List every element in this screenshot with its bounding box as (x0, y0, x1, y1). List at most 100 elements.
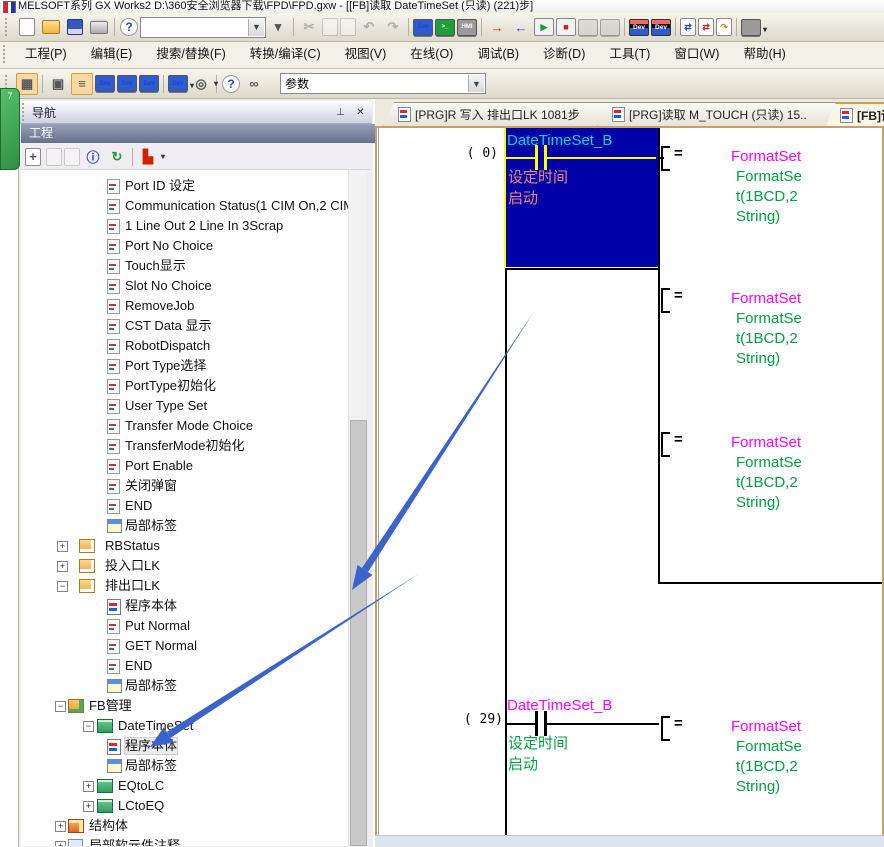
device-display-icon[interactable]: Dev (629, 19, 649, 36)
menu-10[interactable]: 窗口(W) (662, 42, 731, 67)
tree-item-label[interactable]: Touch显示 (125, 258, 186, 274)
tree-item-程序本体[interactable]: 程序本体 (21, 736, 348, 756)
read-from-plc-icon[interactable]: ← (510, 16, 532, 38)
help-icon[interactable]: ? (222, 75, 240, 93)
tree-item-label[interactable]: EQtoLC (118, 778, 164, 794)
close-icon[interactable]: ✕ (352, 104, 369, 121)
monitor-pause-icon[interactable] (578, 19, 598, 36)
tree-item-Port ID 设定[interactable]: Port ID 设定 (21, 176, 348, 196)
device-display-mode-icon[interactable]: Dev (168, 75, 188, 92)
tree-item-label[interactable]: 1 Line Out 2 Line In 3Scrap (125, 218, 283, 234)
expand-icon[interactable]: + (57, 561, 68, 572)
tree-item-局部标签[interactable]: 局部标签 (21, 516, 348, 536)
collapse-icon[interactable]: − (57, 581, 68, 592)
chevron-down-icon[interactable]: ▼ (468, 75, 484, 92)
tree-item-label[interactable]: 投入口LK (105, 558, 160, 574)
tree-item-END[interactable]: END (21, 656, 348, 676)
tree-item-label[interactable]: User Type Set (125, 398, 207, 414)
statement-display-icon[interactable]: ⇄ (698, 18, 714, 36)
toolbar-combo[interactable]: ▼ (140, 17, 266, 38)
menu-11[interactable]: 帮助(H) (731, 42, 797, 67)
tree-item-label[interactable]: LCtoEQ (118, 798, 164, 814)
tree-item-END[interactable]: END (21, 496, 348, 516)
menu-7[interactable]: 调试(B) (465, 42, 531, 67)
hmi-monitor-icon[interactable]: HMI (457, 19, 477, 36)
tree-scrollbar[interactable] (348, 170, 366, 846)
tree-item-label[interactable]: 结构体 (89, 818, 128, 834)
tree-item-Transfer Mode Choice[interactable]: Transfer Mode Choice (21, 416, 348, 436)
tree-item-LCtoEQ[interactable]: +LCtoEQ (21, 796, 348, 816)
editor-hscroll-area[interactable] (375, 835, 884, 847)
open-project-icon[interactable] (42, 20, 60, 34)
tab-1[interactable]: [PRG]R 写入 排出口LK 1081步 (383, 102, 612, 127)
write-to-plc-icon[interactable]: → (486, 16, 508, 38)
panel-grip[interactable] (22, 103, 27, 121)
tree-item-label[interactable]: Communication Status(1 CIM On,2 CIM Off (125, 198, 348, 214)
tree-item-DateTimeSet[interactable]: − DateTimeSet (21, 716, 348, 736)
refresh-icon[interactable]: ↻ (106, 146, 128, 168)
list-display-icon[interactable]: ≡ (71, 73, 93, 95)
undo-icon[interactable]: ↶ (358, 16, 380, 38)
sort-tool-icon[interactable]: ▙ (137, 146, 159, 168)
menu-9[interactable]: 工具(T) (597, 42, 662, 67)
tree-item-label[interactable]: Put Normal (125, 618, 190, 634)
tree-item-label[interactable]: END (125, 498, 152, 514)
tree-item-label[interactable]: END (125, 658, 152, 674)
tree-item-label[interactable]: 关闭弹窗 (125, 478, 177, 494)
help-icon[interactable]: ? (120, 18, 138, 36)
tree-item-FB管理[interactable]: −FB管理 (21, 696, 348, 716)
tree-item-label[interactable]: Port Enable (125, 458, 193, 474)
data-info-icon[interactable]: ⓘ (82, 146, 104, 168)
device-comment-icon[interactable]: Dev (95, 75, 115, 92)
find-icon[interactable]: ∞ (243, 73, 265, 95)
tree-item-Touch显示[interactable]: Touch显示 (21, 256, 348, 276)
tree-item-RemoveJob[interactable]: RemoveJob (21, 296, 348, 316)
tab-2[interactable]: [PRG]读取 M_TOUCH (只读) 15.. (597, 102, 840, 127)
tree-item-label[interactable]: RBStatus (105, 538, 160, 554)
monitor-stop-icon[interactable]: ■ (556, 18, 576, 36)
copy-data-icon[interactable] (46, 148, 62, 166)
tree-item-局部标签[interactable]: 局部标签 (21, 756, 348, 776)
tree-item-label[interactable]: RemoveJob (125, 298, 194, 314)
chevron-down-icon[interactable]: ▼ (248, 19, 264, 36)
redo-icon[interactable]: ↷ (382, 16, 404, 38)
tree-item-结构体[interactable]: +结构体 (21, 816, 348, 836)
cut-icon[interactable]: ✂ (298, 16, 320, 38)
tree-item-label[interactable]: Port ID 设定 (125, 178, 195, 194)
tree-item-Port Type选择[interactable]: Port Type选择 (21, 356, 348, 376)
tree-item-label[interactable]: PortType初始化 (125, 378, 216, 394)
tree-item-label[interactable]: 局部标签 (125, 678, 177, 694)
menu-5[interactable]: 视图(V) (333, 42, 399, 67)
tree-item-Communication Status(1 CIM On,2 CIM Off[interactable]: Communication Status(1 CIM On,2 CIM Off (21, 196, 348, 216)
tree-item-局部标签[interactable]: 局部标签 (21, 676, 348, 696)
pin-icon[interactable]: ⊥ (332, 104, 349, 121)
collapse-icon[interactable]: − (83, 721, 94, 732)
tree-item-label[interactable]: 排出口LK (105, 578, 160, 594)
menubar-grip[interactable] (3, 45, 8, 63)
tree-item-局部软元件注释[interactable]: +局部软元件注释 (21, 836, 348, 846)
tree-item-label[interactable]: DateTimeSet (118, 718, 193, 734)
tree-item-TransferMode初始化[interactable]: TransferMode初始化 (21, 436, 348, 456)
tree-item-Slot No Choice[interactable]: Slot No Choice (21, 276, 348, 296)
tree-item-Put Normal[interactable]: Put Normal (21, 616, 348, 636)
tree-item-EQtoLC[interactable]: + EQtoLC (21, 776, 348, 796)
tree-item-程序本体[interactable]: 程序本体 (21, 596, 348, 616)
device-statement-icon[interactable]: Dev (117, 75, 137, 92)
device-monitor-exec-icon[interactable]: >_ (435, 19, 455, 36)
print-icon[interactable] (90, 21, 108, 34)
tree-item-label[interactable]: 程序本体 (125, 598, 177, 614)
device-note-icon[interactable]: Dev (139, 75, 159, 92)
tree-item-label[interactable]: Port No Choice (125, 238, 213, 254)
menu-6[interactable]: 在线(O) (398, 42, 465, 67)
expand-icon[interactable]: + (83, 781, 94, 792)
expand-icon[interactable]: + (55, 841, 66, 846)
find-device-icon[interactable]: ◎ (190, 73, 212, 95)
function-block-icon[interactable]: ▣ (47, 73, 69, 95)
tree-item-label[interactable]: Slot No Choice (125, 278, 212, 294)
device-display-2-icon[interactable]: Dev (651, 19, 671, 36)
paste-data-icon[interactable] (64, 148, 80, 166)
tree-item-CST Data 显示[interactable]: CST Data 显示 (21, 316, 348, 336)
tree-item-Port No Choice[interactable]: Port No Choice (21, 236, 348, 256)
copy-icon[interactable] (322, 18, 338, 36)
toolbar-grip[interactable] (5, 18, 10, 36)
